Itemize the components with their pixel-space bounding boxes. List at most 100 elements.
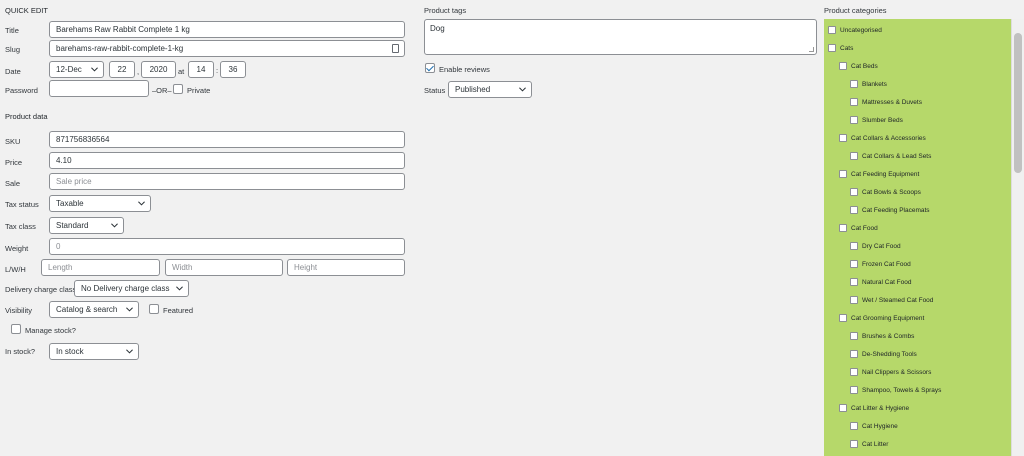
month-select[interactable]: 12-Dec xyxy=(49,61,104,78)
sale-price-input[interactable]: Sale price xyxy=(49,173,405,190)
slug-input[interactable]: barehams-raw-rabbit-complete-1-kg xyxy=(49,40,405,57)
category-item[interactable]: Natural Cat Food xyxy=(850,278,912,286)
chevron-down-icon xyxy=(519,87,526,92)
category-checkbox[interactable] xyxy=(828,44,836,52)
hour-input[interactable]: 14 xyxy=(188,61,214,78)
category-label: Frozen Cat Food xyxy=(862,260,911,268)
stock-status-select[interactable]: In stock xyxy=(49,343,139,360)
price-input[interactable]: 4.10 xyxy=(49,152,405,169)
sku-input[interactable]: 871756836564 xyxy=(49,131,405,148)
category-item[interactable]: Cats xyxy=(828,44,853,52)
category-checkbox[interactable] xyxy=(839,224,847,232)
category-checkbox[interactable] xyxy=(850,440,858,448)
category-item[interactable]: Uncategorised xyxy=(828,26,882,34)
height-input[interactable]: Height xyxy=(287,259,405,276)
category-checkbox[interactable] xyxy=(850,368,858,376)
category-checkbox[interactable] xyxy=(828,26,836,34)
category-item[interactable]: Cat Feeding Equipment xyxy=(839,170,919,178)
category-checkbox[interactable] xyxy=(850,350,858,358)
tax-status-label: Tax status xyxy=(5,200,39,209)
delivery-class-select[interactable]: No Delivery charge class xyxy=(74,280,189,297)
category-checkbox[interactable] xyxy=(850,386,858,394)
category-checkbox[interactable] xyxy=(850,242,858,250)
category-label: Brushes & Combs xyxy=(862,332,915,340)
weight-input[interactable]: 0 xyxy=(49,238,405,255)
category-checkbox[interactable] xyxy=(839,404,847,412)
category-label: Cat Collars & Lead Sets xyxy=(862,152,932,160)
category-label: Cat Food xyxy=(851,224,878,232)
password-input[interactable] xyxy=(49,80,149,97)
at-label: at xyxy=(178,67,185,76)
category-item[interactable]: Cat Food xyxy=(839,224,878,232)
year-input[interactable]: 2020 xyxy=(141,61,176,78)
date-separator: , xyxy=(137,67,140,76)
category-item[interactable]: De-Shedding Tools xyxy=(850,350,917,358)
chevron-down-icon xyxy=(138,201,145,206)
visibility-value: Catalog & search xyxy=(56,305,118,314)
tax-status-select[interactable]: Taxable xyxy=(49,195,151,212)
category-item[interactable]: Brushes & Combs xyxy=(850,332,914,340)
category-item[interactable]: Cat Litter xyxy=(850,440,888,448)
category-item[interactable]: Cat Beds xyxy=(839,62,878,70)
category-checklist: Uncategorised Cats Cat Beds Blankets Mattres… xyxy=(824,19,1011,456)
category-item[interactable]: Frozen Cat Food xyxy=(850,260,911,268)
manage-stock-checkbox[interactable] xyxy=(11,324,21,334)
slug-value: barehams-raw-rabbit-complete-1-kg xyxy=(56,44,184,53)
category-checkbox[interactable] xyxy=(839,170,847,178)
category-checkbox[interactable] xyxy=(839,62,847,70)
category-checkbox[interactable] xyxy=(850,260,858,268)
category-label: Wet / Steamed Cat Food xyxy=(862,296,934,304)
category-checkbox[interactable] xyxy=(839,134,847,142)
category-item[interactable]: Cat Grooming Equipment xyxy=(839,314,924,322)
tax-status-value: Taxable xyxy=(56,199,84,208)
category-checkbox[interactable] xyxy=(850,206,858,214)
category-checkbox[interactable] xyxy=(850,296,858,304)
category-item[interactable]: Blankets xyxy=(850,80,887,88)
category-item[interactable]: Wet / Steamed Cat Food xyxy=(850,296,933,304)
stock-status-value: In stock xyxy=(56,347,84,356)
category-checkbox[interactable] xyxy=(850,278,858,286)
category-checkbox[interactable] xyxy=(839,314,847,322)
tax-class-select[interactable]: Standard xyxy=(49,217,124,234)
width-input[interactable]: Width xyxy=(165,259,283,276)
day-input[interactable]: 22 xyxy=(109,61,135,78)
minute-input[interactable]: 36 xyxy=(220,61,246,78)
quick-edit-heading: QUICK EDIT xyxy=(5,6,48,15)
tax-class-label: Tax class xyxy=(5,222,36,231)
month-value: 12-Dec xyxy=(56,65,82,74)
visibility-select[interactable]: Catalog & search xyxy=(49,301,139,318)
category-item[interactable]: Cat Litter & Hygiene xyxy=(839,404,909,412)
scrollbar-thumb[interactable] xyxy=(1014,33,1022,173)
category-item[interactable]: Dry Cat Food xyxy=(850,242,901,250)
length-input[interactable]: Length xyxy=(41,259,160,276)
product-data-heading: Product data xyxy=(5,112,48,121)
category-checkbox[interactable] xyxy=(850,98,858,106)
featured-checkbox[interactable] xyxy=(149,304,159,314)
private-checkbox[interactable] xyxy=(173,84,183,94)
category-item[interactable]: Cat Bowls & Scoops xyxy=(850,188,921,196)
price-label: Price xyxy=(5,158,23,167)
product-tags-textarea[interactable]: Dog xyxy=(424,19,817,55)
category-checkbox[interactable] xyxy=(850,116,858,124)
category-item[interactable]: Cat Hygiene xyxy=(850,422,898,430)
status-select[interactable]: Published xyxy=(448,81,532,98)
category-label: De-Shedding Tools xyxy=(862,350,917,358)
category-checkbox[interactable] xyxy=(850,332,858,340)
category-item[interactable]: Cat Feeding Placemats xyxy=(850,206,930,214)
delivery-class-label: Delivery charge class xyxy=(5,285,77,294)
category-item[interactable]: Slumber Beds xyxy=(850,116,903,124)
category-checkbox[interactable] xyxy=(850,80,858,88)
enable-reviews-checkbox[interactable] xyxy=(425,63,435,73)
category-item[interactable]: Mattresses & Duvets xyxy=(850,98,922,106)
category-item[interactable]: Cat Collars & Lead Sets xyxy=(850,152,931,160)
category-scrollbar[interactable] xyxy=(1011,19,1024,456)
category-item[interactable]: Cat Collars & Accessories xyxy=(839,134,926,142)
category-item[interactable]: Nail Clippers & Scissors xyxy=(850,368,931,376)
category-checkbox[interactable] xyxy=(850,422,858,430)
category-item[interactable]: Shampoo, Towels & Sprays xyxy=(850,386,941,394)
title-input[interactable]: Barehams Raw Rabbit Complete 1 kg xyxy=(49,21,405,38)
category-checkbox[interactable] xyxy=(850,152,858,160)
category-checkbox[interactable] xyxy=(850,188,858,196)
title-label: Title xyxy=(5,26,19,35)
featured-label: Featured xyxy=(163,306,194,315)
